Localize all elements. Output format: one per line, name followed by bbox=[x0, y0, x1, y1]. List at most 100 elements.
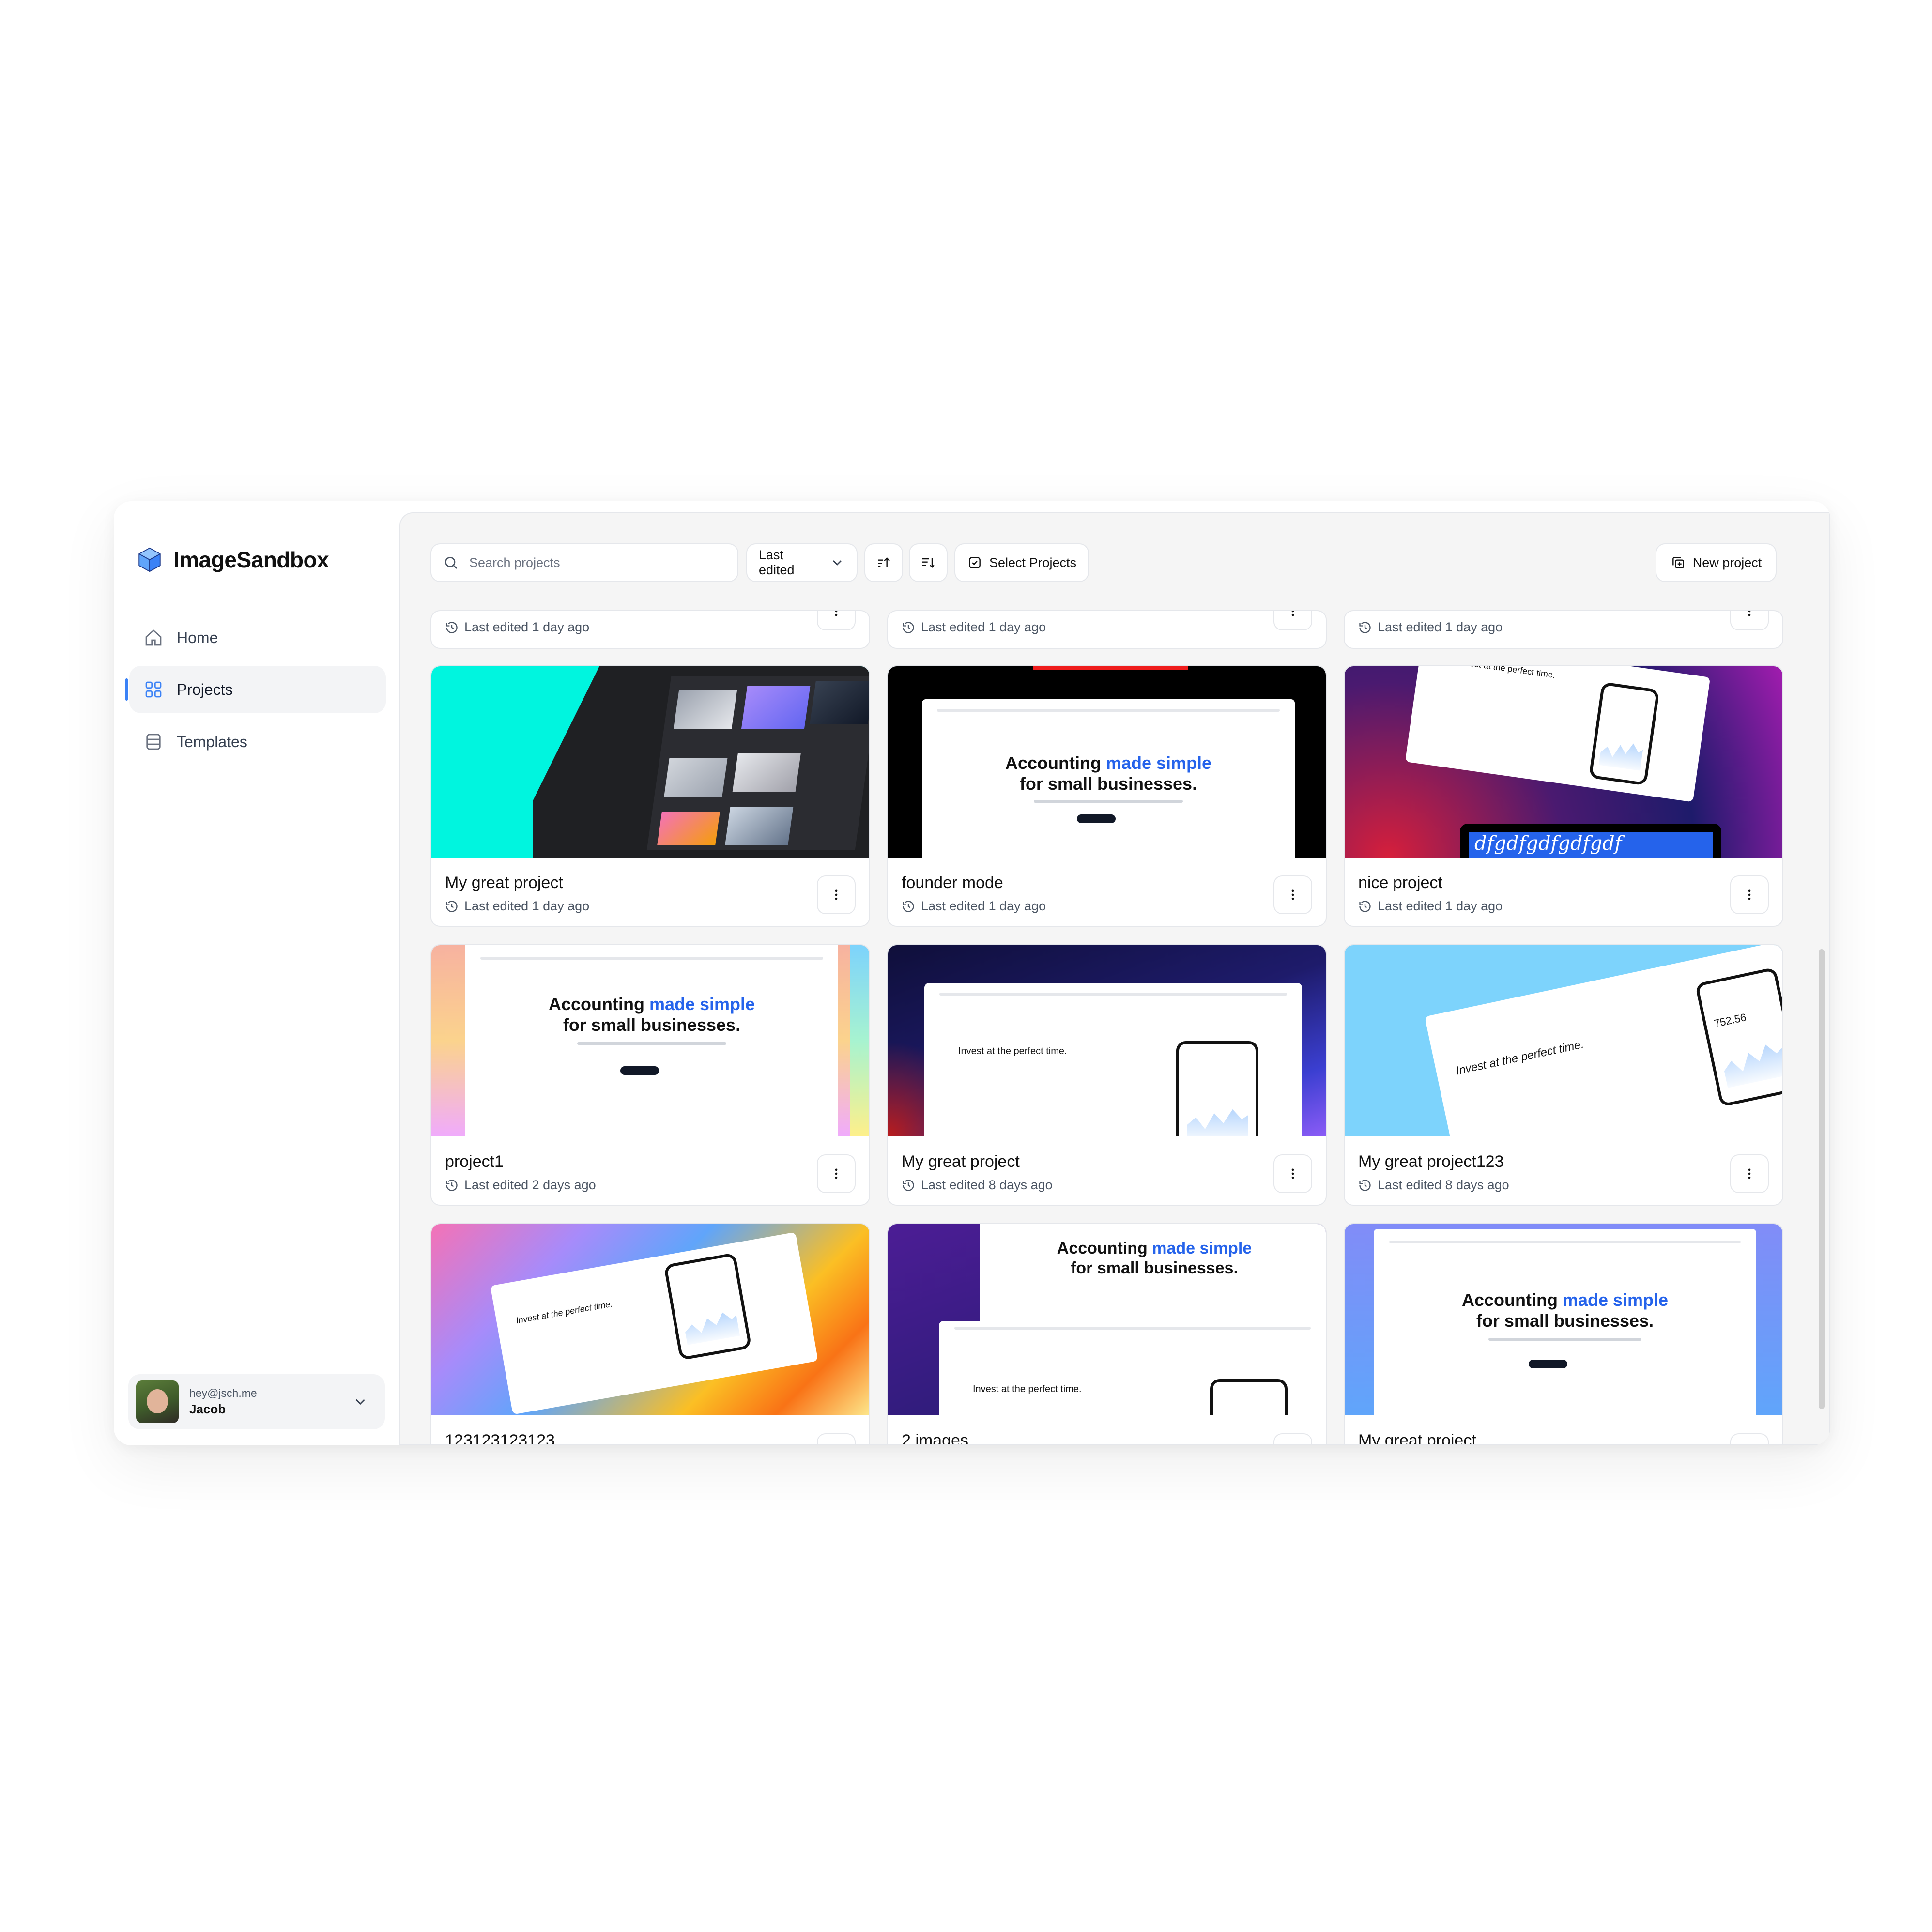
checkbox-icon bbox=[969, 557, 981, 568]
more-vertical-icon bbox=[1748, 611, 1751, 616]
project-thumbnail: Accounting made simple for small business… bbox=[888, 1224, 1326, 1415]
sidebar-item-label: Projects bbox=[177, 680, 233, 698]
more-options-button[interactable] bbox=[817, 875, 856, 914]
project-card[interactable]: Last edited 1 day ago bbox=[430, 610, 870, 649]
sort-descending-button[interactable] bbox=[909, 543, 948, 582]
home-icon bbox=[145, 629, 162, 646]
project-card[interactable]: Accounting made simple for small business… bbox=[1344, 1223, 1783, 1445]
project-title: nice project bbox=[1358, 874, 1442, 892]
grid-icon bbox=[145, 681, 162, 698]
user-menu[interactable]: hey@jsch.me Jacob bbox=[128, 1374, 385, 1429]
project-card[interactable]: Invest at the perfect time. 123123123123 bbox=[430, 1223, 870, 1444]
sidebar-item-label: Templates bbox=[177, 733, 247, 751]
project-thumbnail: Accounting made simple for small business… bbox=[1345, 1224, 1782, 1415]
project-thumbnail: Invest at the perfect time. bbox=[888, 945, 1326, 1136]
select-projects-label: Select Projects bbox=[989, 555, 1077, 570]
history-icon bbox=[903, 900, 914, 912]
sort-select[interactable]: Last edited bbox=[746, 543, 858, 582]
more-options-button[interactable] bbox=[1273, 1154, 1312, 1193]
last-edited: Last edited 1 day ago bbox=[1358, 620, 1503, 635]
more-options-button[interactable] bbox=[817, 1154, 856, 1193]
more-options-button[interactable] bbox=[1273, 1433, 1312, 1444]
history-icon bbox=[903, 1179, 914, 1191]
brand-name: ImageSandbox bbox=[173, 547, 329, 572]
more-options-button[interactable] bbox=[1273, 875, 1312, 914]
last-edited: Last edited 1 day ago bbox=[902, 620, 1046, 635]
more-options-button[interactable] bbox=[1730, 1154, 1769, 1193]
new-project-button[interactable]: New project bbox=[1656, 543, 1777, 582]
history-icon bbox=[903, 621, 914, 633]
sort-ascending-icon bbox=[878, 557, 890, 567]
new-project-label: New project bbox=[1692, 555, 1762, 570]
more-vertical-icon bbox=[1291, 611, 1294, 616]
project-title: founder mode bbox=[902, 874, 1003, 892]
project-card[interactable]: My great project Last edited 1 day ago bbox=[430, 665, 870, 927]
project-title: 2 images bbox=[902, 1431, 968, 1445]
app-window: ImageSandbox Home Projects Templates hey… bbox=[114, 501, 1830, 1445]
chevron-down-icon bbox=[833, 560, 842, 566]
sidebar-item-home[interactable]: Home bbox=[129, 614, 386, 661]
last-edited: Last edited 1 day ago bbox=[445, 620, 589, 635]
database-icon bbox=[146, 734, 161, 750]
last-edited: Last edited 1 day ago bbox=[445, 899, 589, 914]
project-card[interactable]: Accounting made simple for small business… bbox=[887, 1223, 1327, 1445]
user-name: Jacob bbox=[189, 1402, 226, 1416]
project-title: My great project123 bbox=[1358, 1152, 1504, 1171]
more-options-button[interactable] bbox=[817, 1433, 856, 1444]
sort-ascending-button[interactable] bbox=[864, 543, 903, 582]
more-options-button[interactable] bbox=[1730, 875, 1769, 914]
more-vertical-icon bbox=[1748, 889, 1751, 900]
search-box[interactable] bbox=[430, 543, 738, 582]
more-options-button[interactable] bbox=[1730, 611, 1769, 630]
project-card[interactable]: Invest at the perfect time. 752.56 My gr… bbox=[1344, 944, 1783, 1206]
history-icon bbox=[446, 621, 458, 633]
more-vertical-icon bbox=[835, 889, 838, 900]
last-edited: Last edited 1 day ago bbox=[902, 899, 1046, 914]
history-icon bbox=[446, 900, 458, 912]
history-icon bbox=[1359, 900, 1371, 912]
main-panel: Last edited 1 day ago Last edited 1 day … bbox=[399, 512, 1830, 1445]
project-thumbnail: Invest at the perfect time. 752.56 bbox=[1345, 945, 1782, 1136]
sidebar-item-projects[interactable]: Projects bbox=[125, 666, 386, 713]
sort-label: Last edited bbox=[759, 548, 795, 577]
project-card[interactable]: Last edited 1 day ago bbox=[1344, 610, 1783, 649]
last-edited: Last edited 8 days ago bbox=[1358, 1178, 1509, 1193]
sort-descending-icon bbox=[922, 558, 935, 568]
project-thumbnail: Accounting made simple for small business… bbox=[431, 945, 869, 1136]
last-edited: Last edited 2 days ago bbox=[445, 1178, 596, 1193]
copy-plus-icon bbox=[1672, 557, 1684, 568]
last-edited: Last edited 1 day ago bbox=[1358, 899, 1503, 914]
project-title: My great project bbox=[1358, 1431, 1476, 1445]
history-icon bbox=[446, 1179, 458, 1191]
project-thumbnail bbox=[431, 666, 869, 858]
user-email: hey@jsch.me bbox=[189, 1387, 257, 1399]
last-edited: Last edited 8 days ago bbox=[902, 1178, 1053, 1193]
project-thumbnail: Invest at the perfect time. bbox=[431, 1224, 869, 1415]
user-info: hey@jsch.me Jacob bbox=[189, 1387, 257, 1417]
select-projects-button[interactable]: Select Projects bbox=[954, 543, 1089, 582]
project-title: My great project bbox=[902, 1152, 1020, 1171]
project-thumbnail: Invest at the perfect time. dfgdfgdfgdfg… bbox=[1345, 666, 1782, 858]
cube-logo-icon bbox=[138, 547, 161, 572]
project-card[interactable]: Accounting made simple for small business… bbox=[887, 665, 1327, 927]
search-icon bbox=[445, 557, 457, 569]
project-card[interactable]: Invest at the perfect time. My great pro… bbox=[887, 944, 1327, 1206]
avatar bbox=[136, 1380, 179, 1423]
chevron-down-icon bbox=[355, 1399, 365, 1405]
project-card[interactable]: Last edited 1 day ago bbox=[887, 610, 1327, 649]
more-options-button[interactable] bbox=[817, 611, 856, 630]
history-icon bbox=[1359, 621, 1371, 633]
more-options-button[interactable] bbox=[1730, 1433, 1769, 1444]
sidebar: ImageSandbox Home Projects Templates hey… bbox=[114, 501, 399, 1445]
search-input[interactable] bbox=[469, 555, 731, 570]
sidebar-item-label: Home bbox=[177, 629, 218, 646]
project-card[interactable]: Invest at the perfect time. dfgdfgdfgdfg… bbox=[1344, 665, 1783, 927]
scrollbar[interactable] bbox=[1819, 949, 1825, 1409]
brand[interactable]: ImageSandbox bbox=[136, 546, 329, 574]
sidebar-item-templates[interactable]: Templates bbox=[129, 718, 386, 766]
more-options-button[interactable] bbox=[1273, 611, 1312, 630]
more-vertical-icon bbox=[1291, 889, 1294, 900]
project-card[interactable]: Accounting made simple for small business… bbox=[430, 944, 870, 1206]
history-icon bbox=[1359, 1179, 1371, 1191]
more-vertical-icon bbox=[835, 611, 838, 616]
